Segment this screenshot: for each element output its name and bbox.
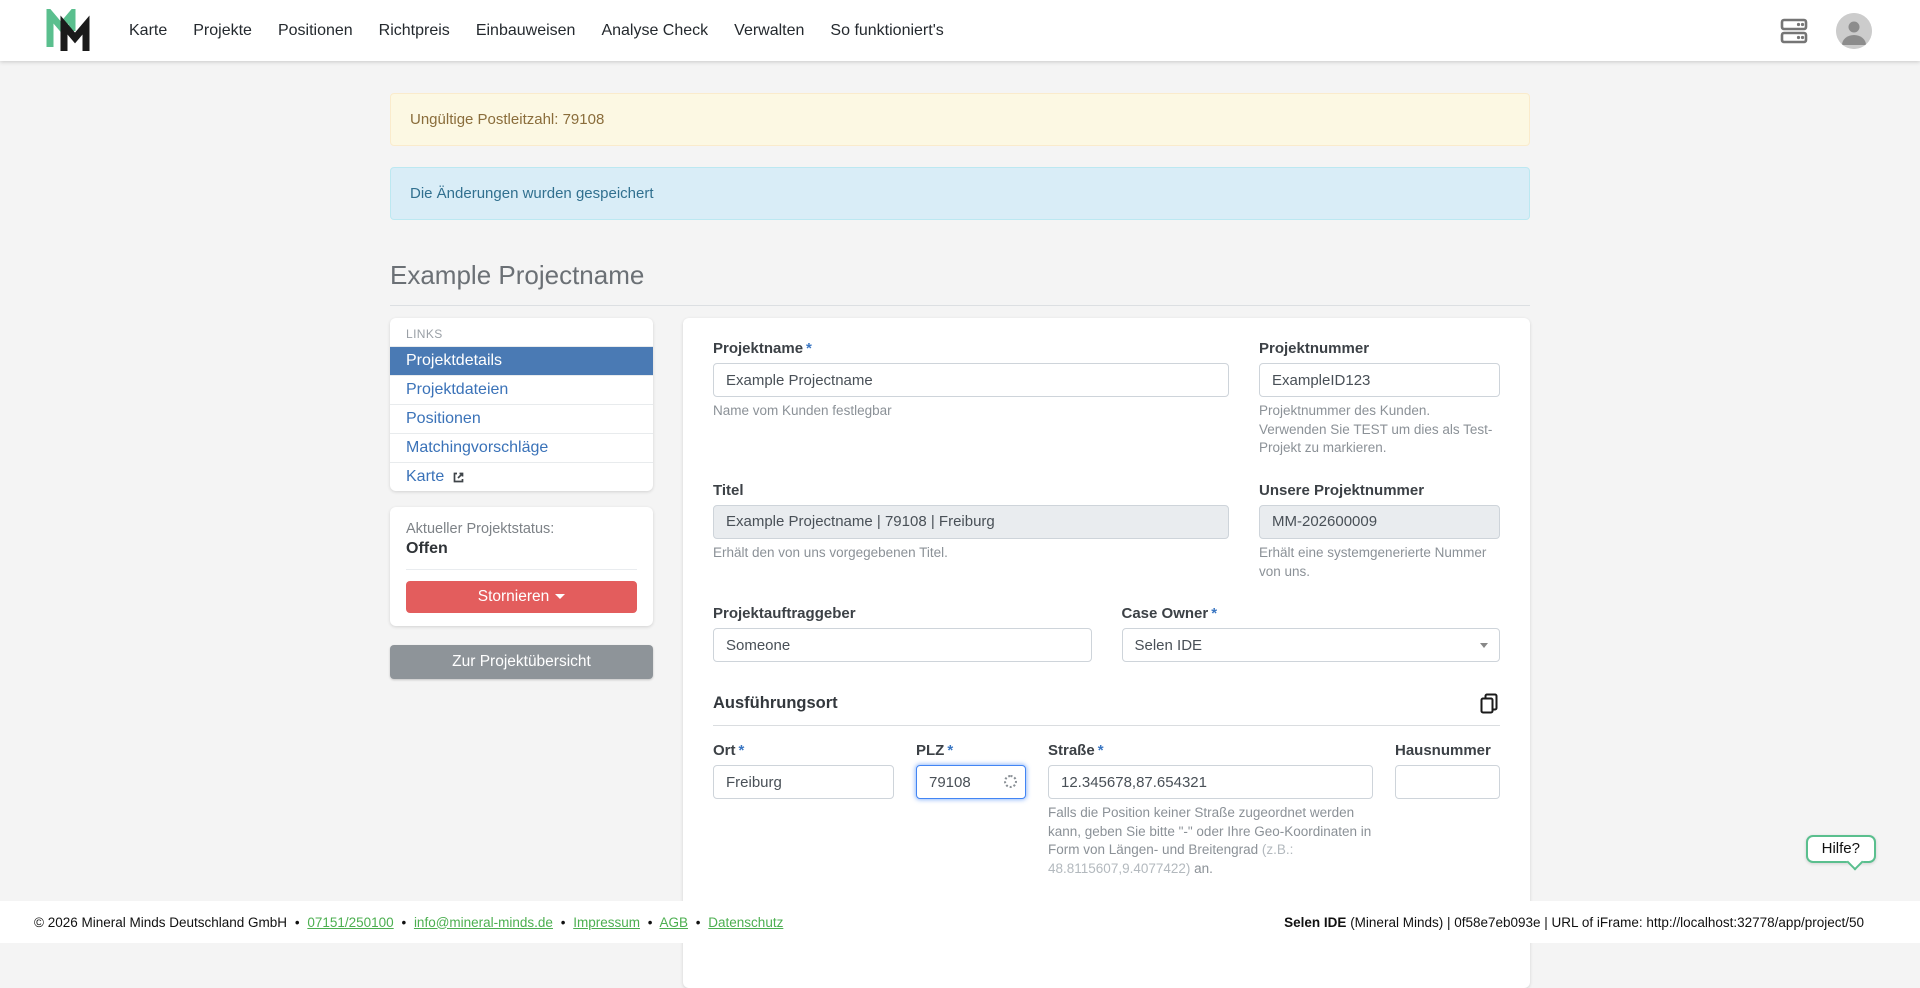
sidebar-item-projektdateien[interactable]: Projektdateien xyxy=(390,375,653,404)
case-owner-label: Case Owner* xyxy=(1122,605,1501,622)
footer-right: Selen IDE (Mineral Minds) | 0f58e7eb093e… xyxy=(1284,915,1864,930)
strasse-label: Straße* xyxy=(1048,742,1373,759)
sidebar-item-label: Projektdateien xyxy=(406,381,508,399)
footer-link-email[interactable]: info@mineral-minds.de xyxy=(414,915,553,930)
strasse-field-group: Straße* xyxy=(1048,742,1373,799)
unsere-projektnummer-field-group: Unsere Projektnummer Erhält eine systemg… xyxy=(1259,482,1500,581)
plz-label: PLZ* xyxy=(916,742,1026,759)
ausfuehrungsort-heading: Ausführungsort xyxy=(713,694,838,713)
sidebar-item-label: Karte xyxy=(406,468,444,486)
zur-projektuebersicht-button[interactable]: Zur Projektübersicht xyxy=(390,645,653,679)
warning-alert: Ungültige Postleitzahl: 79108 xyxy=(390,93,1530,146)
strasse-input[interactable] xyxy=(1048,765,1373,799)
case-owner-select[interactable]: Selen IDE xyxy=(1122,628,1501,662)
case-owner-selected-value: Selen IDE xyxy=(1135,637,1203,654)
case-owner-field-group: Case Owner* Selen IDE xyxy=(1122,605,1501,662)
titel-input xyxy=(713,505,1229,539)
nav-item-richtpreis[interactable]: Richtpreis xyxy=(370,14,459,48)
projektauftraggeber-field-group: Projektauftraggeber xyxy=(713,605,1092,662)
info-alert: Die Änderungen wurden gespeichert xyxy=(390,167,1530,220)
footer-separator: • xyxy=(561,915,566,930)
required-asterisk: * xyxy=(947,742,953,759)
hausnummer-label: Hausnummer xyxy=(1395,742,1500,759)
strasse-helper: Falls die Position keiner Straße zugeord… xyxy=(1048,804,1373,879)
projektname-helper: Name vom Kunden festlegbar xyxy=(713,402,1229,421)
unsere-projektnummer-input xyxy=(1259,505,1500,539)
required-asterisk: * xyxy=(1098,742,1104,759)
projektnummer-helper: Projektnummer des Kunden. Verwenden Sie … xyxy=(1259,402,1500,458)
ort-input[interactable] xyxy=(713,765,894,799)
titel-field-group: Titel Erhält den von uns vorgegebenen Ti… xyxy=(713,482,1229,581)
projektnummer-label: Projektnummer xyxy=(1259,340,1500,357)
status-label: Aktueller Projektstatus: xyxy=(406,521,637,537)
external-link-icon xyxy=(451,470,466,485)
sidebar-item-label: Matchingvorschläge xyxy=(406,439,548,457)
hausnummer-input[interactable] xyxy=(1395,765,1500,799)
user-avatar[interactable] xyxy=(1836,13,1872,49)
footer-link-impressum[interactable]: Impressum xyxy=(573,915,640,930)
nav-item-projekte[interactable]: Projekte xyxy=(184,14,261,48)
ort-label: Ort* xyxy=(713,742,894,759)
sidebar-item-label: Projektdetails xyxy=(406,352,502,370)
links-card-header: LINKS xyxy=(390,318,653,346)
nav-item-so-funktionierts[interactable]: So funktioniert's xyxy=(821,14,952,48)
footer-separator: • xyxy=(295,915,300,930)
section-divider xyxy=(713,725,1500,726)
page-title: Example Projectname xyxy=(390,260,1530,306)
projektname-label: Projektname* xyxy=(713,340,1229,357)
copy-icon[interactable] xyxy=(1478,692,1500,715)
required-asterisk: * xyxy=(806,340,812,357)
plz-field-group: PLZ* xyxy=(916,742,1026,799)
titel-helper: Erhält den von uns vorgegebenen Titel. xyxy=(713,544,1229,563)
projektauftraggeber-label: Projektauftraggeber xyxy=(713,605,1092,622)
stornieren-button[interactable]: Stornieren xyxy=(406,581,637,613)
required-asterisk: * xyxy=(739,742,745,759)
projektauftraggeber-input[interactable] xyxy=(713,628,1092,662)
nav-item-positionen[interactable]: Positionen xyxy=(269,14,362,48)
sidebar-item-projektdetails[interactable]: Projektdetails xyxy=(390,346,653,375)
status-value: Offen xyxy=(406,540,637,558)
required-asterisk: * xyxy=(1211,605,1217,622)
footer-link-datenschutz[interactable]: Datenschutz xyxy=(708,915,783,930)
projektnummer-field-group: Projektnummer Projektnummer des Kunden. … xyxy=(1259,340,1500,458)
top-navbar: Karte Projekte Positionen Richtpreis Ein… xyxy=(0,0,1920,61)
unsere-projektnummer-label: Unsere Projektnummer xyxy=(1259,482,1500,499)
project-status-card: Aktueller Projektstatus: Offen Storniere… xyxy=(390,507,653,626)
status-divider xyxy=(406,569,637,570)
projektnummer-input[interactable] xyxy=(1259,363,1500,397)
footer-user-name: Selen IDE xyxy=(1284,915,1346,930)
main-menu: Karte Projekte Positionen Richtpreis Ein… xyxy=(120,14,953,48)
hausnummer-field-group: Hausnummer xyxy=(1395,742,1500,799)
footer-left: © 2026 Mineral Minds Deutschland GmbH • … xyxy=(34,915,783,930)
footer-separator: • xyxy=(696,915,701,930)
stornieren-button-label: Stornieren xyxy=(478,588,550,605)
server-icon[interactable] xyxy=(1778,15,1810,47)
unsere-projektnummer-helper: Erhält eine systemgenerierte Nummer von … xyxy=(1259,544,1500,581)
titel-label: Titel xyxy=(713,482,1229,499)
footer: © 2026 Mineral Minds Deutschland GmbH • … xyxy=(0,901,1920,943)
hilfe-button[interactable]: Hilfe? xyxy=(1806,835,1876,863)
projektname-input[interactable] xyxy=(713,363,1229,397)
sidebar-item-label: Positionen xyxy=(406,410,481,428)
mineral-minds-logo-icon[interactable] xyxy=(44,8,94,54)
links-card: LINKS Projektdetails Projektdateien Posi… xyxy=(390,318,653,491)
select-caret-icon xyxy=(1480,643,1488,648)
footer-link-phone[interactable]: 07151/250100 xyxy=(307,915,393,930)
ort-field-group: Ort* xyxy=(713,742,894,799)
footer-link-agb[interactable]: AGB xyxy=(660,915,689,930)
footer-separator: • xyxy=(401,915,406,930)
nav-item-verwalten[interactable]: Verwalten xyxy=(725,14,813,48)
sidebar-item-karte[interactable]: Karte xyxy=(390,462,653,491)
footer-session-info: (Mineral Minds) | 0f58e7eb093e | URL of … xyxy=(1346,915,1864,930)
footer-separator: • xyxy=(648,915,653,930)
sidebar-item-positionen[interactable]: Positionen xyxy=(390,404,653,433)
nav-item-analyse-check[interactable]: Analyse Check xyxy=(592,14,717,48)
project-details-form-card: Projektname* Name vom Kunden festlegbar … xyxy=(683,318,1530,988)
sidebar-item-matchingvorschlaege[interactable]: Matchingvorschläge xyxy=(390,433,653,462)
nav-item-karte[interactable]: Karte xyxy=(120,14,176,48)
nav-item-einbauweisen[interactable]: Einbauweisen xyxy=(467,14,585,48)
caret-down-icon xyxy=(555,594,565,599)
projektname-field-group: Projektname* Name vom Kunden festlegbar xyxy=(713,340,1229,458)
footer-copyright: © 2026 Mineral Minds Deutschland GmbH xyxy=(34,915,287,930)
